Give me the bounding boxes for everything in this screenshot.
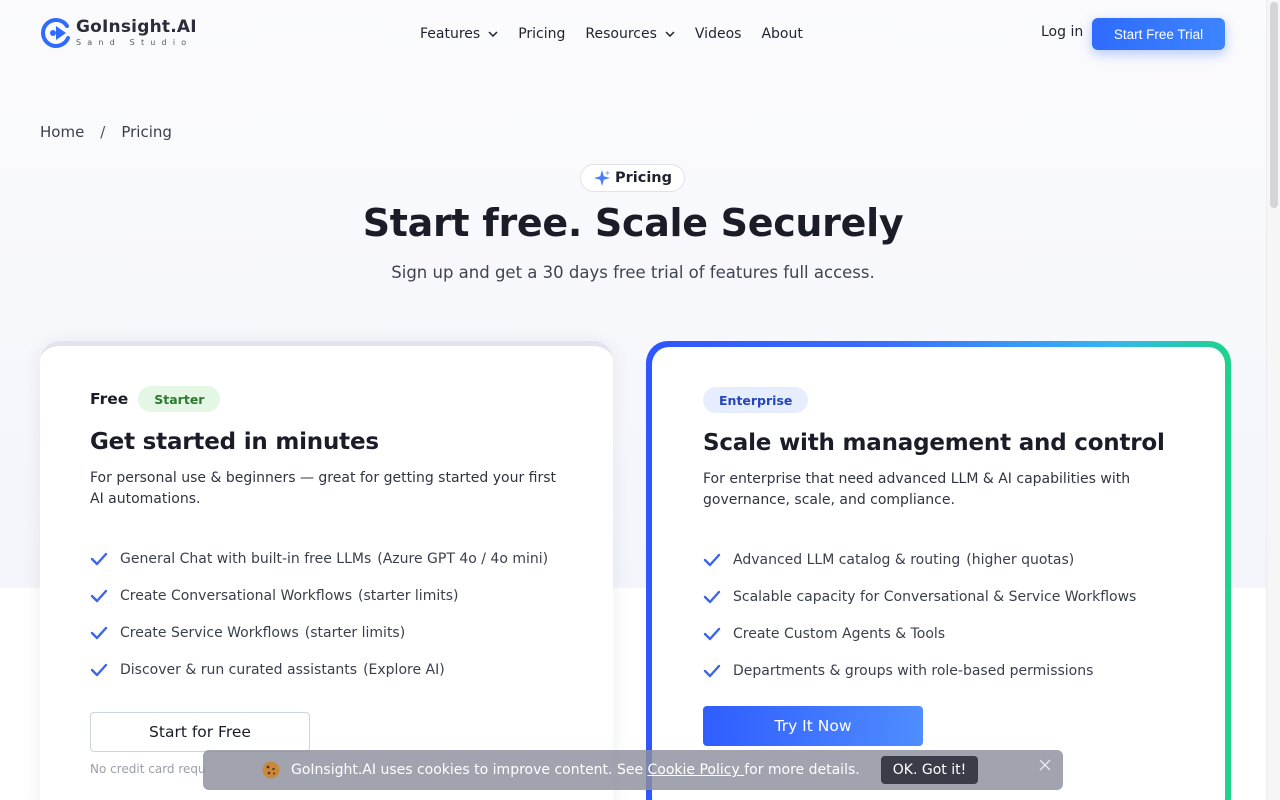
breadcrumb: Home / Pricing bbox=[40, 122, 172, 142]
main-nav: Features Pricing Resources Videos About bbox=[420, 24, 823, 44]
breadcrumb-separator: / bbox=[100, 123, 106, 141]
feature-text: Departments & groups with role-based per… bbox=[733, 662, 1094, 679]
enterprise-feature-list: Advanced LLM catalog & routing (higher q… bbox=[703, 541, 1183, 689]
close-icon[interactable] bbox=[1039, 759, 1051, 771]
nav-about-label: About bbox=[761, 26, 803, 42]
cookie-text-after: for more details. bbox=[744, 762, 860, 778]
feature-item: Departments & groups with role-based per… bbox=[703, 652, 1183, 689]
free-feature-list: General Chat with built-in free LLMs (Az… bbox=[90, 540, 570, 688]
feature-note: (Explore AI) bbox=[363, 661, 445, 678]
nav-features[interactable]: Features bbox=[420, 24, 498, 44]
nav-resources[interactable]: Resources bbox=[585, 24, 675, 44]
cookie-text-before: GoInsight.AI uses cookies to improve con… bbox=[291, 762, 648, 778]
free-card-title: Get started in minutes bbox=[90, 429, 379, 455]
cookie-policy-link[interactable]: Cookie Policy bbox=[648, 762, 745, 778]
cookie-message: GoInsight.AI uses cookies to improve con… bbox=[291, 760, 860, 780]
breadcrumb-current: Pricing bbox=[121, 123, 172, 141]
site-header: GoInsight.AI Sand Studio Features Pricin… bbox=[0, 0, 1266, 68]
cookie-banner: GoInsight.AI uses cookies to improve con… bbox=[203, 750, 1063, 790]
feature-item: Advanced LLM catalog & routing (higher q… bbox=[703, 541, 1183, 578]
chevron-down-icon bbox=[665, 31, 675, 37]
nav-about[interactable]: About bbox=[761, 24, 802, 44]
enterprise-badge: Enterprise bbox=[703, 387, 809, 413]
logo-mark-icon bbox=[41, 18, 70, 48]
feature-text: Advanced LLM catalog & routing bbox=[733, 551, 961, 568]
feature-note: (Azure GPT 4o / 4o mini) bbox=[377, 550, 549, 567]
enterprise-card-description: For enterprise that need advanced LLM & … bbox=[703, 471, 1131, 508]
feature-text: Discover & run curated assistants bbox=[120, 661, 358, 678]
feature-text: Create Custom Agents & Tools bbox=[733, 625, 946, 642]
nav-features-label: Features bbox=[420, 26, 481, 42]
feature-item: Scalable capacity for Conversational & S… bbox=[703, 578, 1183, 615]
feature-note: (higher quotas) bbox=[966, 551, 1075, 568]
free-card-description: For personal use & beginners — great for… bbox=[90, 470, 557, 507]
nav-videos[interactable]: Videos bbox=[695, 24, 742, 44]
enterprise-card-title: Scale with management and control bbox=[703, 430, 1165, 456]
feature-text: General Chat with built-in free LLMs bbox=[120, 550, 372, 567]
nav-pricing[interactable]: Pricing bbox=[518, 24, 565, 44]
pricing-pill-label: Pricing bbox=[614, 170, 673, 186]
feature-text: Create Service Workflows bbox=[120, 624, 299, 641]
page-scrollbar[interactable] bbox=[1266, 0, 1280, 800]
check-icon bbox=[90, 626, 108, 639]
no-credit-card-note: No credit card requ bbox=[90, 762, 206, 776]
check-icon bbox=[703, 627, 721, 640]
scrollbar-thumb[interactable] bbox=[1270, 2, 1278, 208]
nav-resources-label: Resources bbox=[585, 26, 657, 42]
logo-subtitle: Sand Studio bbox=[76, 38, 193, 47]
nav-videos-label: Videos bbox=[694, 26, 742, 42]
free-tier-label: Free bbox=[90, 390, 129, 408]
cookie-icon bbox=[262, 761, 280, 779]
nav-pricing-label: Pricing bbox=[518, 26, 566, 42]
try-it-now-button[interactable]: Try It Now bbox=[703, 706, 923, 746]
chevron-down-icon bbox=[488, 31, 498, 37]
feature-text: Scalable capacity for Conversational & S… bbox=[733, 588, 1137, 605]
logo[interactable]: GoInsight.AI Sand Studio bbox=[40, 17, 197, 49]
logo-name: GoInsight.AI bbox=[76, 17, 197, 37]
feature-note: (starter limits) bbox=[304, 624, 406, 641]
enterprise-card-body: Enterprise Scale with management and con… bbox=[652, 347, 1225, 800]
start-for-free-button[interactable]: Start for Free bbox=[90, 712, 310, 752]
enterprise-plan-card: Enterprise Scale with management and con… bbox=[646, 341, 1231, 800]
feature-item: Create Custom Agents & Tools bbox=[703, 615, 1183, 652]
check-icon bbox=[703, 553, 721, 566]
feature-note: (starter limits) bbox=[358, 587, 459, 604]
feature-item: Create Conversational Workflows (starter… bbox=[90, 577, 570, 614]
login-link[interactable]: Log in bbox=[1041, 22, 1083, 42]
start-free-trial-button[interactable]: Start Free Trial bbox=[1092, 18, 1225, 50]
page-subtitle: Sign up and get a 30 days free trial of … bbox=[391, 263, 875, 282]
pricing-pill: Pricing bbox=[580, 164, 685, 192]
check-icon bbox=[90, 552, 108, 565]
feature-item: Create Service Workflows (starter limits… bbox=[90, 614, 570, 651]
starter-badge: Starter bbox=[138, 386, 221, 412]
page-title: Start free. Scale Securely bbox=[362, 201, 904, 245]
cookie-accept-button[interactable]: OK. Got it! bbox=[881, 756, 978, 784]
feature-text: Create Conversational Workflows bbox=[120, 587, 353, 604]
check-icon bbox=[703, 590, 721, 603]
check-icon bbox=[90, 663, 108, 676]
free-plan-card: Free Starter Get started in minutes For … bbox=[40, 341, 613, 800]
check-icon bbox=[90, 589, 108, 602]
sparkle-icon bbox=[593, 170, 610, 186]
feature-item: General Chat with built-in free LLMs (Az… bbox=[90, 540, 570, 577]
feature-item: Discover & run curated assistants (Explo… bbox=[90, 651, 570, 688]
check-icon bbox=[703, 664, 721, 677]
breadcrumb-home[interactable]: Home bbox=[40, 122, 84, 142]
